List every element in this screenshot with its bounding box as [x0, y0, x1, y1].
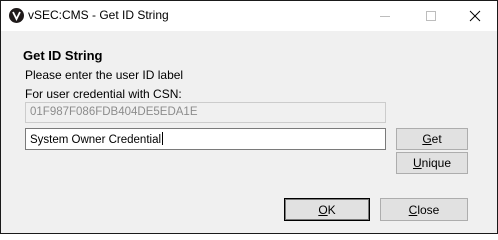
prompt-label: Please enter the user ID label [25, 68, 184, 82]
get-button-label: Get [422, 132, 442, 146]
minimize-button[interactable] [363, 1, 407, 31]
id-string-input[interactable]: System Owner Credential [25, 128, 386, 150]
get-button[interactable]: Get [396, 128, 468, 150]
close-button[interactable]: Close [380, 198, 468, 221]
unique-button[interactable]: Unique [396, 152, 468, 174]
ok-button[interactable]: OK [284, 198, 370, 221]
ok-button-label: OK [318, 202, 336, 217]
minimize-icon [380, 16, 390, 17]
title-bar[interactable]: vSEC:CMS - Get ID String [1, 1, 497, 31]
close-icon [469, 10, 481, 22]
vsec-logo-icon [9, 8, 24, 23]
close-button-label: Close [408, 202, 440, 217]
dialog-body: Get ID String Please enter the user ID l… [1, 31, 497, 233]
close-window-button[interactable] [453, 1, 497, 31]
dialog-heading: Get ID String [23, 48, 103, 63]
csn-field: 01F987F086FDB404DE5EDA1E [25, 102, 386, 123]
get-id-string-dialog: vSEC:CMS - Get ID String Get ID String P… [0, 0, 498, 234]
maximize-icon [426, 11, 436, 21]
id-string-value: System Owner Credential [30, 134, 162, 146]
window-title: vSEC:CMS - Get ID String [28, 8, 169, 22]
maximize-button[interactable] [409, 1, 453, 31]
text-caret [162, 132, 164, 145]
csn-value: 01F987F086FDB404DE5EDA1E [30, 106, 198, 118]
csn-label: For user credential with CSN: [25, 87, 182, 101]
unique-button-label: Unique [412, 156, 452, 170]
